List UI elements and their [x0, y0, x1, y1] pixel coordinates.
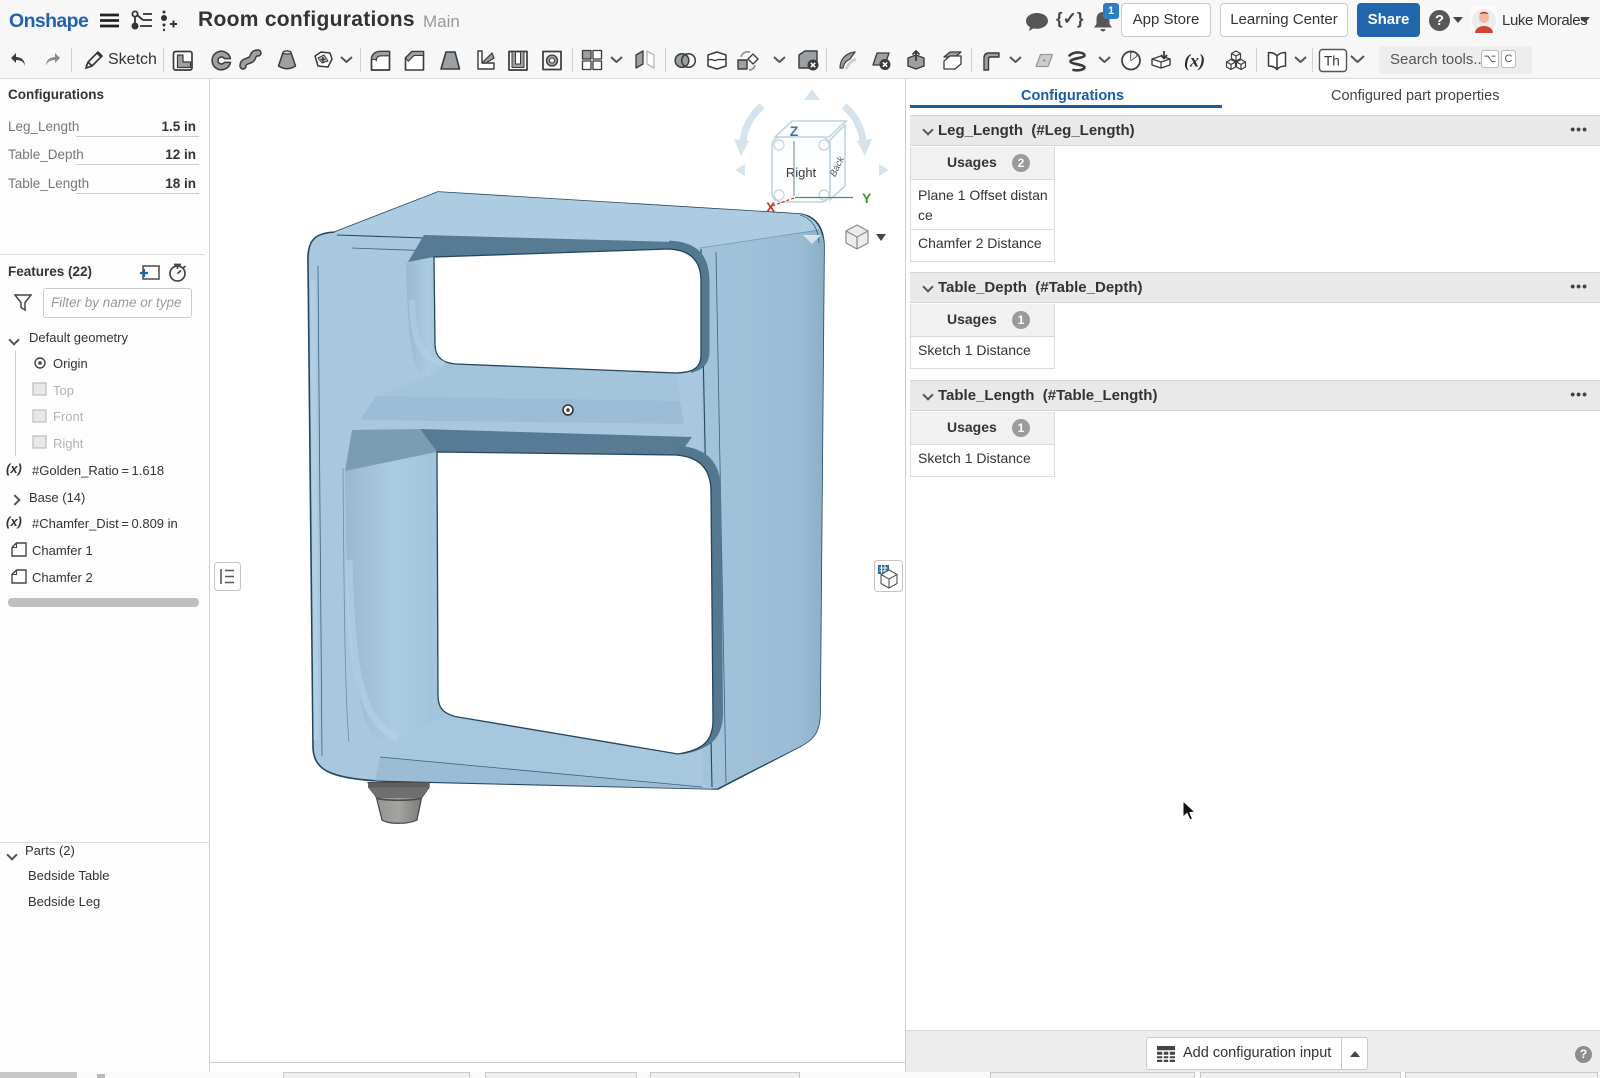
svg-text:Z: Z [790, 123, 799, 139]
svg-text:Right: Right [786, 165, 817, 180]
svg-text:X: X [766, 199, 776, 215]
svg-text:Y: Y [862, 190, 872, 206]
svg-text:Th: Th [1324, 54, 1340, 69]
svg-text:(x): (x) [1184, 51, 1205, 72]
